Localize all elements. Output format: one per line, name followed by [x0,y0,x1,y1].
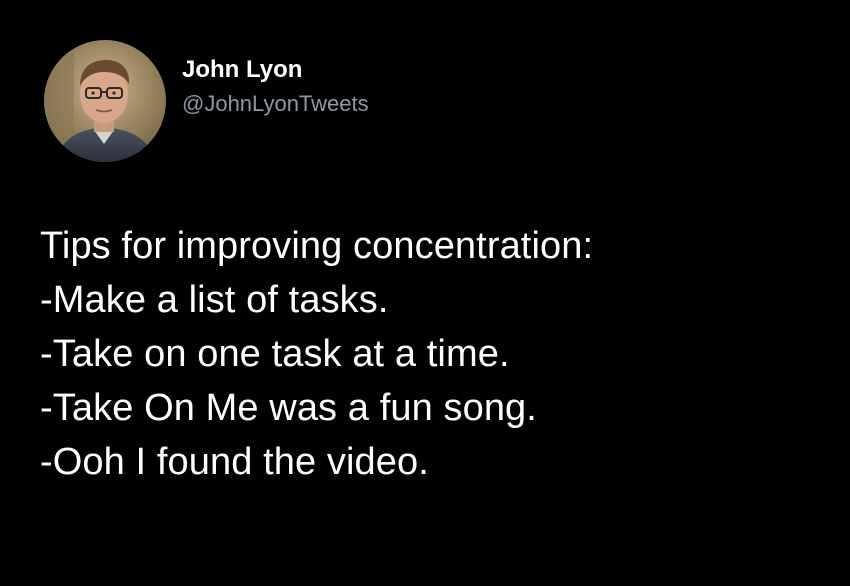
tweet-line: -Make a list of tasks. [40,279,389,321]
author-handle[interactable]: @JohnLyonTweets [182,89,369,119]
avatar[interactable] [44,40,166,162]
tweet-header: John Lyon @JohnLyonTweets [44,40,369,162]
profile-photo-icon [44,40,166,162]
tweet-card: John Lyon @JohnLyonTweets Tips for impro… [0,0,850,586]
tweet-line: Tips for improving concentration: [40,225,594,267]
author-name[interactable]: John Lyon [182,55,369,85]
author-identity: John Lyon @JohnLyonTweets [182,55,369,119]
tweet-text: Tips for improving concentration: -Make … [40,219,593,489]
tweet-line: -Take On Me was a fun song. [40,387,537,429]
tweet-line: -Take on one task at a time. [40,333,510,375]
tweet-line: -Ooh I found the video. [40,441,429,483]
